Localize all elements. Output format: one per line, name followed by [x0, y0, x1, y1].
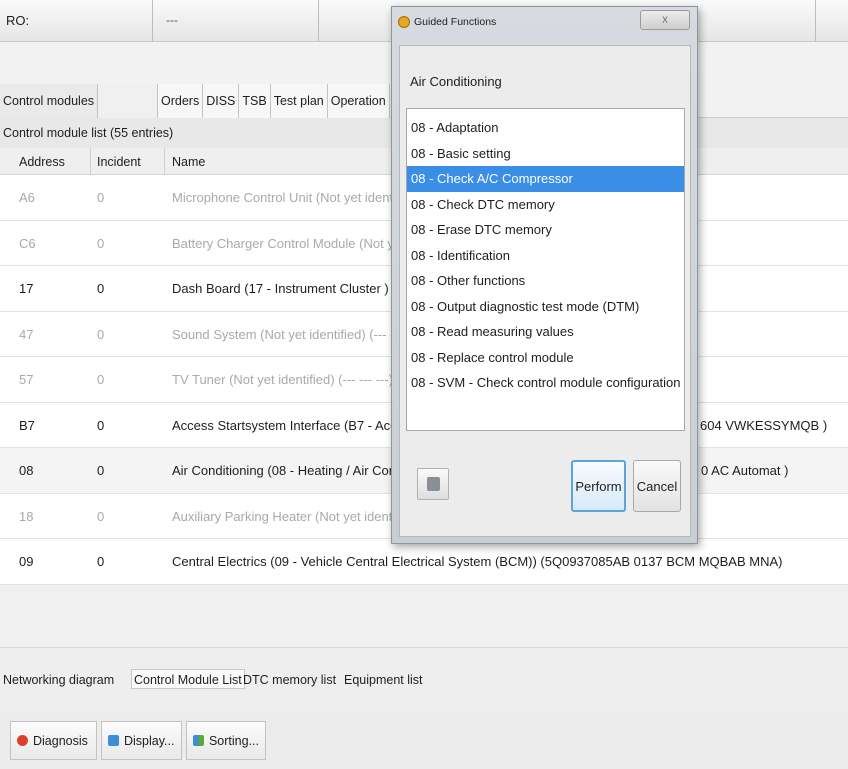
- row-name: Dash Board (17 - Instrument Cluster ) (: [172, 281, 397, 296]
- tab-test-plan[interactable]: Test plan: [270, 84, 328, 118]
- sorting-icon: [193, 735, 204, 746]
- function-item-selected[interactable]: 08 - Check A/C Compressor: [407, 166, 684, 192]
- row-address: A6: [19, 190, 35, 205]
- row-address: B7: [19, 417, 35, 433]
- display-icon: [108, 735, 119, 746]
- row-address: 09: [19, 554, 34, 569]
- function-item[interactable]: 08 - Output diagnostic test mode (DTM): [407, 294, 684, 320]
- diagnosis-button[interactable]: Diagnosis: [10, 721, 97, 760]
- column-divider: [90, 148, 91, 175]
- function-list[interactable]: 08 - Adaptation 08 - Basic setting 08 - …: [406, 108, 685, 431]
- stop-circle-icon: [17, 735, 28, 746]
- app-icon: [398, 16, 410, 28]
- row-name: Sound System (Not yet identified) (--- -: [172, 326, 395, 342]
- row-incident: 0: [97, 326, 105, 342]
- tab-diss[interactable]: DISS: [203, 84, 240, 118]
- ro-divider: [318, 0, 319, 42]
- row-name: Microphone Control Unit (Not yet identif…: [172, 190, 422, 205]
- row-incident: 0: [97, 281, 105, 296]
- row-name: TV Tuner (Not yet identified) (--- --- -…: [172, 372, 394, 387]
- function-item[interactable]: 08 - Identification: [407, 243, 684, 269]
- function-item[interactable]: 08 - Erase DTC memory: [407, 217, 684, 243]
- tab-orders[interactable]: Orders: [158, 84, 204, 118]
- row-name-tail: 0 AC Automat ): [701, 463, 789, 478]
- column-incident[interactable]: Incident: [97, 155, 141, 169]
- row-incident: 0: [97, 508, 105, 524]
- perform-button[interactable]: Perform: [571, 460, 626, 512]
- display-button[interactable]: Display...: [101, 721, 182, 760]
- diagnosis-label: Diagnosis: [33, 733, 88, 748]
- function-item[interactable]: 08 - Basic setting: [407, 141, 684, 167]
- function-item[interactable]: 08 - Other functions: [407, 268, 684, 294]
- row-incident: 0: [97, 190, 105, 205]
- column-divider: [164, 148, 165, 175]
- ro-divider: [815, 0, 816, 42]
- tab-networking-diagram[interactable]: Networking diagram: [1, 670, 116, 690]
- row-incident: 0: [97, 235, 105, 251]
- tab-tsb[interactable]: TSB: [239, 84, 271, 118]
- help-icon: [427, 477, 440, 491]
- tab-blank[interactable]: [98, 84, 159, 118]
- row-address: 08: [19, 463, 34, 478]
- top-tabs: Control modules Orders DISS TSB Test pla…: [0, 84, 390, 118]
- function-item[interactable]: 08 - Check DTC memory: [407, 192, 684, 218]
- view-tabs: Networking diagram Control Module List D…: [0, 647, 848, 711]
- tab-dtc-memory-list[interactable]: DTC memory list: [241, 670, 338, 690]
- cancel-button[interactable]: Cancel: [633, 460, 681, 512]
- tab-equipment-list[interactable]: Equipment list: [342, 670, 425, 690]
- dialog-title: Guided Functions: [414, 16, 497, 28]
- row-address: 47: [19, 326, 34, 342]
- sorting-button[interactable]: Sorting...: [186, 721, 266, 760]
- guided-functions-dialog: Guided Functions X Air Conditioning 08 -…: [391, 6, 698, 544]
- ro-label: RO:: [6, 13, 30, 28]
- table-row[interactable]: 09 0 Central Electrics (09 - Vehicle Cen…: [0, 539, 848, 585]
- row-address: 57: [19, 372, 34, 387]
- tab-control-modules[interactable]: Control modules: [0, 84, 99, 118]
- row-address: 18: [19, 508, 34, 524]
- ro-divider: [152, 0, 153, 42]
- bottom-toolbar: Diagnosis Display... Sorting...: [0, 711, 848, 769]
- row-name-tail: 604 VWKESSYMQB ): [700, 417, 828, 433]
- dialog-title-bar[interactable]: Guided Functions X: [392, 7, 697, 37]
- row-name: Central Electrics (09 - Vehicle Central …: [172, 554, 783, 569]
- display-label: Display...: [124, 733, 175, 748]
- function-item[interactable]: 08 - Read measuring values: [407, 319, 684, 345]
- row-name: Access Startsystem Interface (B7 - Acce: [172, 417, 404, 433]
- row-incident: 0: [97, 417, 105, 433]
- help-button[interactable]: [417, 468, 449, 500]
- row-incident: 0: [97, 372, 105, 387]
- dialog-body: Air Conditioning 08 - Adaptation 08 - Ba…: [399, 45, 691, 537]
- row-address: 17: [19, 281, 34, 296]
- column-address[interactable]: Address: [19, 155, 65, 169]
- column-name[interactable]: Name: [172, 155, 205, 169]
- close-button[interactable]: X: [640, 10, 690, 30]
- function-item[interactable]: 08 - Replace control module: [407, 345, 684, 371]
- sorting-label: Sorting...: [208, 733, 259, 748]
- function-item[interactable]: 08 - SVM - Check control module configur…: [407, 370, 684, 396]
- dialog-heading: Air Conditioning: [410, 74, 502, 89]
- tab-operation[interactable]: Operation: [327, 84, 390, 118]
- row-name: Air Conditioning (08 - Heating / Air Con…: [172, 463, 404, 478]
- row-address: C6: [19, 235, 36, 251]
- ro-value: ---: [166, 13, 178, 27]
- tab-control-module-list[interactable]: Control Module List: [131, 669, 245, 689]
- row-incident: 0: [97, 463, 105, 478]
- function-item[interactable]: 08 - Adaptation: [407, 115, 684, 141]
- row-incident: 0: [97, 554, 105, 569]
